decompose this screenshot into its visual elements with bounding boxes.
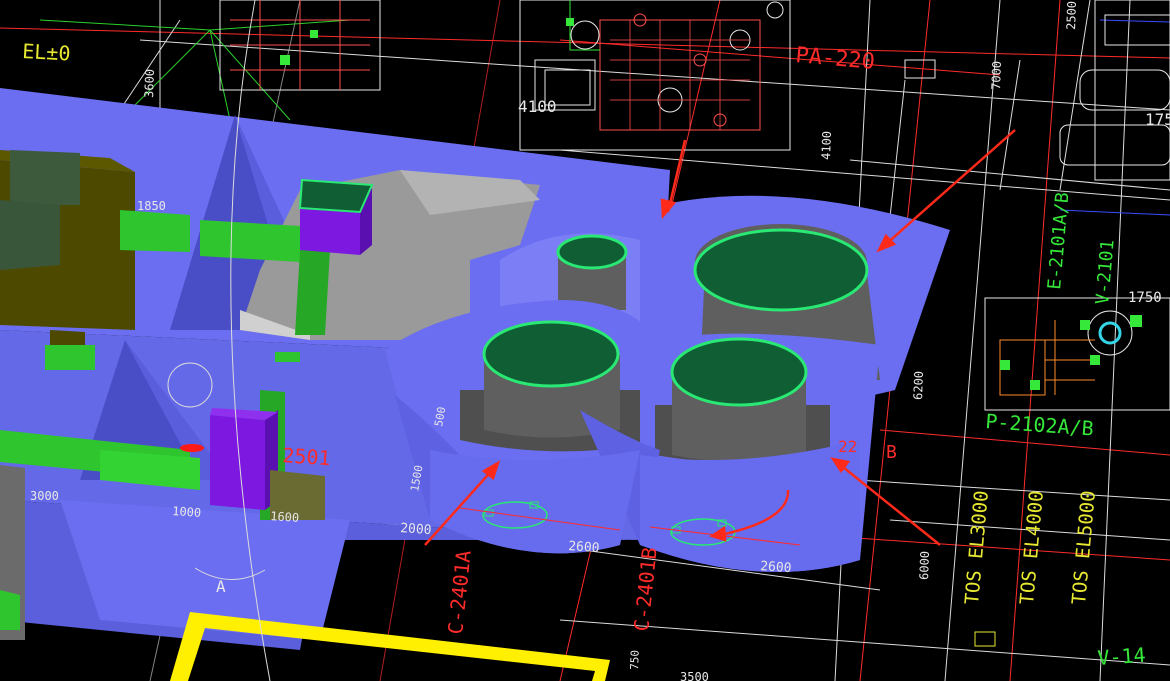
- label-dim-175: 175: [1145, 110, 1170, 129]
- label-dim-6200: 6200: [911, 371, 926, 400]
- label-dim-2500-top: 2500: [1064, 1, 1079, 30]
- label-dim-2600-b: 2600: [760, 559, 792, 576]
- label-dim-1750: 1750: [1128, 290, 1162, 306]
- label-dim-4100-v: 4100: [819, 131, 834, 160]
- label-dim-2600-a: 2600: [568, 539, 600, 556]
- label-dim-1850: 1850: [137, 199, 166, 213]
- label-dim-4100: 4100: [518, 97, 557, 116]
- label-tag-2501: 2501: [282, 443, 332, 470]
- label-dim-3500: 3500: [680, 670, 709, 681]
- label-dim-6000: 6000: [917, 551, 932, 580]
- label-v-14: V-14: [1097, 643, 1147, 670]
- label-dim-3600: 3600: [142, 69, 157, 98]
- label-dim-1000: 1000: [172, 504, 202, 520]
- label-dim-3000: 3000: [30, 489, 59, 503]
- label-dim-750: 750: [628, 650, 642, 670]
- label-dim-7000: 7000: [989, 61, 1004, 90]
- label-dim-1600: 1600: [270, 509, 300, 525]
- label-pipe-b: B: [886, 442, 897, 463]
- label-el-zero: EL±0: [22, 39, 71, 65]
- label-dim-2000: 2000: [400, 521, 432, 538]
- label-dim-22: 22: [838, 437, 857, 456]
- cad-3d-viewport[interactable]: EL±0 PA-220 4100 3600 7000 4100 2500 175…: [0, 0, 1170, 681]
- label-section-a: A: [216, 577, 226, 596]
